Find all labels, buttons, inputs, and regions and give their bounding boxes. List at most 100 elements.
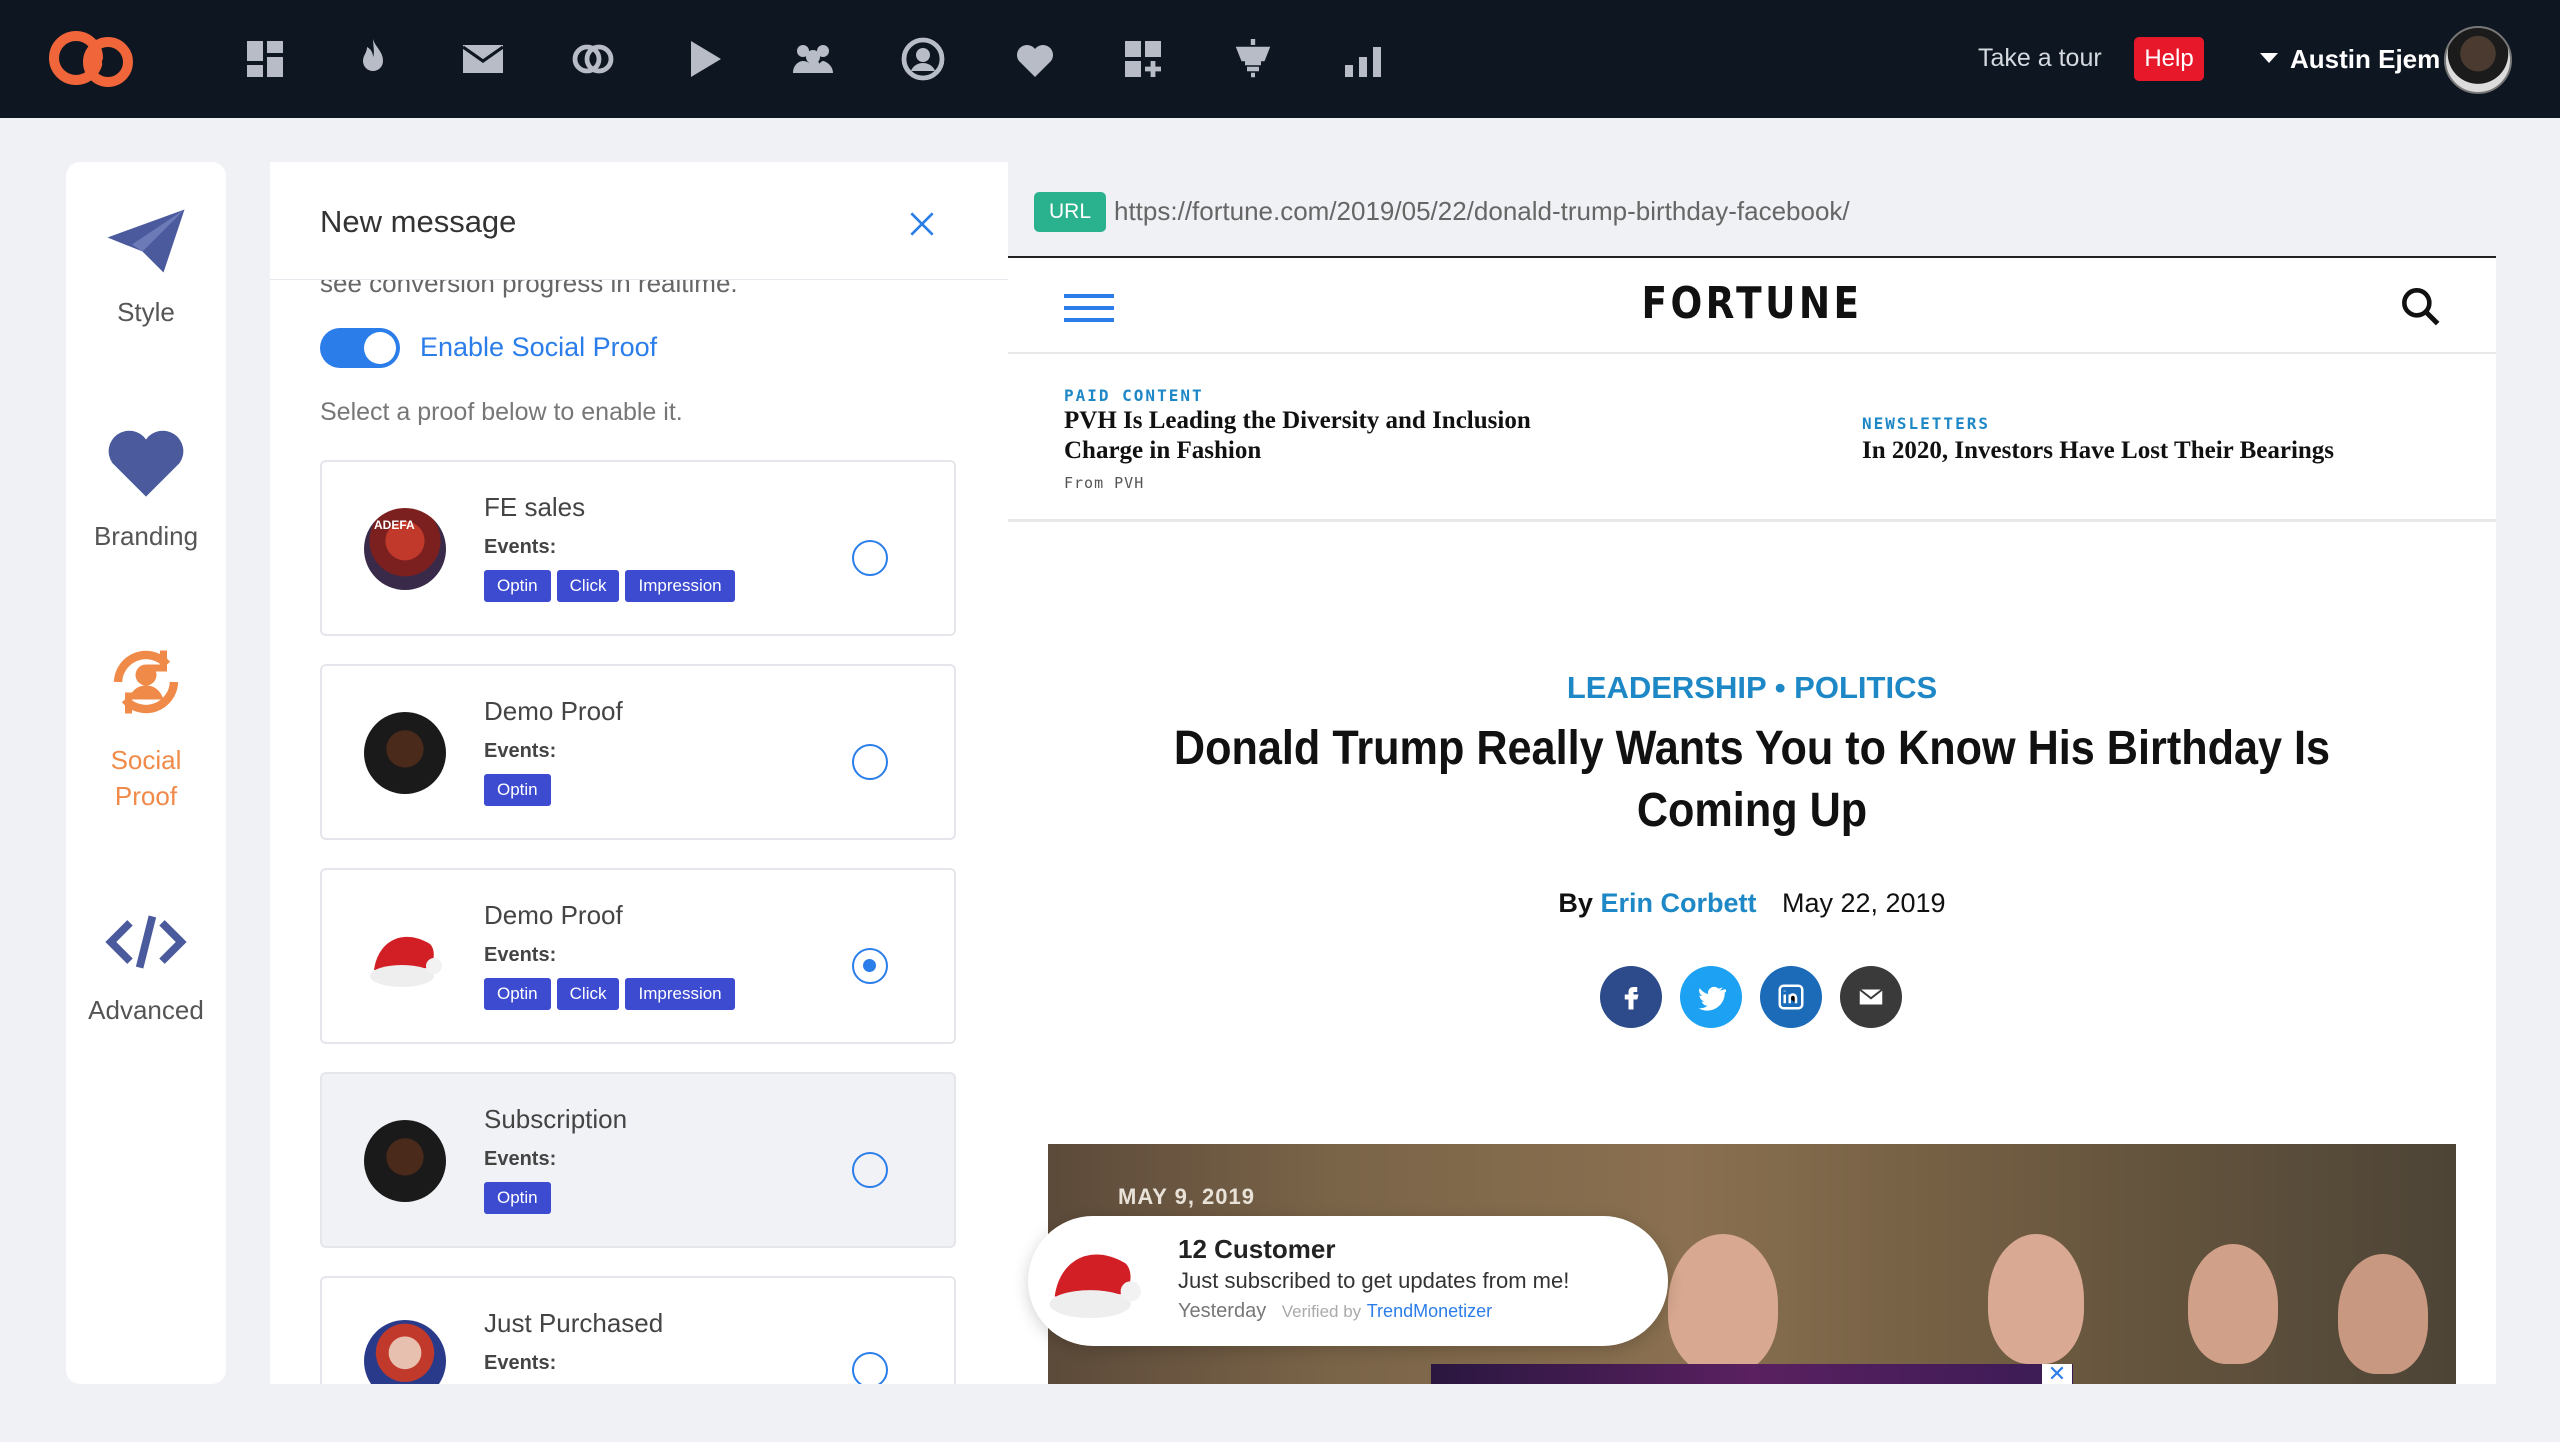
- byline-by: By: [1558, 888, 1593, 918]
- author-link[interactable]: Erin Corbett: [1600, 888, 1756, 918]
- search-icon[interactable]: [2396, 282, 2446, 332]
- proof-radio[interactable]: [852, 540, 888, 576]
- url-bar: URL https://fortune.com/2019/05/22/donal…: [1008, 162, 2496, 258]
- proof-card[interactable]: Just Purchased Events:: [320, 1276, 956, 1384]
- promo-title-line1[interactable]: PVH Is Leading the Diversity and Inclusi…: [1064, 406, 1531, 436]
- dashboard-icon[interactable]: [240, 34, 290, 84]
- events-label: Events:: [484, 1352, 557, 1374]
- events-label: Events:: [484, 536, 557, 558]
- sidebar-item-style[interactable]: Style: [66, 206, 226, 330]
- proof-thumbnail: ADEFA: [364, 508, 446, 590]
- users-icon[interactable]: [788, 34, 838, 84]
- notification-title: 12 Customer: [1178, 1234, 1336, 1264]
- event-tag: Optin: [484, 570, 551, 602]
- event-tags: Optin Click Impression: [484, 978, 735, 1010]
- santa-hat-icon: [364, 916, 446, 998]
- url-text[interactable]: https://fortune.com/2019/05/22/donald-tr…: [1114, 196, 1850, 227]
- panel-header: New message: [270, 162, 1008, 280]
- email-icon[interactable]: [1840, 966, 1902, 1028]
- event-tag: Impression: [625, 570, 735, 602]
- ad-close-button[interactable]: ✕: [2042, 1363, 2072, 1385]
- user-menu[interactable]: Austin Ejem: [2290, 44, 2440, 75]
- sidebar-item-advanced[interactable]: Advanced: [66, 910, 226, 1028]
- flame-icon[interactable]: [348, 34, 398, 84]
- proof-card[interactable]: Demo Proof Events: Optin Click Impressio…: [320, 868, 956, 1044]
- event-tag: Optin: [484, 1182, 551, 1214]
- social-proof-notification[interactable]: 12 Customer Just subscribed to get updat…: [1028, 1216, 1668, 1346]
- proof-card[interactable]: ADEFA FE sales Events: Optin Click Impre…: [320, 460, 956, 636]
- proof-radio[interactable]: [852, 1152, 888, 1188]
- proof-name: Subscription: [484, 1104, 628, 1134]
- article-date: May 22, 2019: [1781, 888, 1946, 918]
- share-buttons: [1600, 966, 1902, 1028]
- article-byline: By Erin Corbett May 22, 2019: [1008, 888, 2496, 919]
- account-circle-icon[interactable]: [898, 34, 948, 84]
- hamburger-menu-icon[interactable]: [1064, 294, 1114, 322]
- sidebar-item-social-proof[interactable]: Social Proof: [66, 640, 226, 814]
- linkedin-icon[interactable]: [1760, 966, 1822, 1028]
- play-icon[interactable]: [678, 34, 728, 84]
- proof-radio[interactable]: [852, 1352, 888, 1384]
- avatar[interactable]: [2444, 26, 2512, 94]
- promo-kicker: PAID CONTENT: [1064, 386, 1204, 405]
- event-tag: Click: [556, 978, 620, 1010]
- proof-thumbnail: [364, 1320, 446, 1384]
- heart-icon: [108, 430, 184, 497]
- proof-card[interactable]: Demo Proof Events: Optin: [320, 664, 956, 840]
- brand-link[interactable]: TrendMonetizer: [1367, 1301, 1492, 1321]
- photo-figure: [2338, 1254, 2428, 1374]
- proof-card[interactable]: Subscription Events: Optin: [320, 1072, 956, 1248]
- user-sync-icon: [113, 650, 179, 714]
- sidebar-item-label: Branding: [93, 521, 199, 551]
- close-icon[interactable]: [906, 208, 938, 240]
- proof-radio[interactable]: [852, 744, 888, 780]
- link-icon[interactable]: [568, 34, 618, 84]
- enable-social-proof-toggle[interactable]: [320, 328, 400, 368]
- promo-title-line2[interactable]: Charge in Fashion: [1064, 436, 1261, 466]
- ad-banner[interactable]: [1431, 1364, 2073, 1384]
- heart-icon[interactable]: [1010, 34, 1060, 84]
- sidebar-item-branding[interactable]: Branding: [66, 426, 226, 554]
- top-navbar: Take a tour Help Austin Ejem: [0, 0, 2560, 118]
- promo-kicker: NEWSLETTERS: [1862, 414, 1990, 433]
- lamp-icon[interactable]: [1228, 34, 1278, 84]
- promo-strip: PAID CONTENT PVH Is Leading the Diversit…: [1008, 354, 2496, 522]
- mail-icon[interactable]: [458, 34, 508, 84]
- notification-message: Just subscribed to get updates from me!: [1178, 1268, 1570, 1293]
- photo-figure: [1988, 1234, 2084, 1364]
- santa-hat-icon: [1042, 1228, 1146, 1332]
- sidebar-item-label: Style: [117, 297, 175, 327]
- photo-date-stamp: MAY 9, 2019: [1118, 1184, 1255, 1209]
- article-kicker[interactable]: LEADERSHIP • POLITICS: [1008, 670, 2496, 706]
- events-label: Events:: [484, 740, 557, 762]
- events-label: Events:: [484, 944, 557, 966]
- select-hint: Select a proof below to enable it.: [320, 398, 683, 426]
- event-tag: Impression: [625, 978, 735, 1010]
- add-widget-icon[interactable]: [1118, 34, 1168, 84]
- site-preview: URL https://fortune.com/2019/05/22/donal…: [1008, 162, 2496, 1384]
- event-tag: Optin: [484, 978, 551, 1010]
- paper-plane-icon: [107, 209, 185, 273]
- app-logo-icon[interactable]: [46, 26, 156, 92]
- facebook-icon[interactable]: [1600, 966, 1662, 1028]
- url-badge: URL: [1034, 192, 1106, 232]
- toggle-label[interactable]: Enable Social Proof: [420, 332, 657, 363]
- event-tags: Optin: [484, 1182, 551, 1214]
- proof-thumbnail: [364, 1120, 446, 1202]
- chevron-down-icon[interactable]: [2260, 53, 2278, 63]
- notification-time: Yesterday: [1178, 1300, 1267, 1322]
- site-logo[interactable]: FORTUNE: [1120, 278, 2385, 329]
- help-button[interactable]: Help: [2134, 37, 2204, 81]
- events-label: Events:: [484, 1148, 557, 1170]
- proof-name: FE sales: [484, 492, 586, 522]
- new-message-panel: New message see conversion progress in r…: [270, 162, 1008, 1384]
- promo-title[interactable]: In 2020, Investors Have Lost Their Beari…: [1862, 436, 2334, 466]
- bar-chart-icon[interactable]: [1338, 34, 1388, 84]
- photo-figure: [1668, 1234, 1778, 1374]
- take-a-tour-link[interactable]: Take a tour: [1978, 44, 2102, 73]
- twitter-icon[interactable]: [1680, 966, 1742, 1028]
- proof-radio[interactable]: [852, 948, 888, 984]
- notification-meta: Yesterday Verified by TrendMonetizer: [1178, 1300, 1492, 1323]
- event-tag: Optin: [484, 774, 551, 806]
- proof-name: Just Purchased: [484, 1308, 664, 1338]
